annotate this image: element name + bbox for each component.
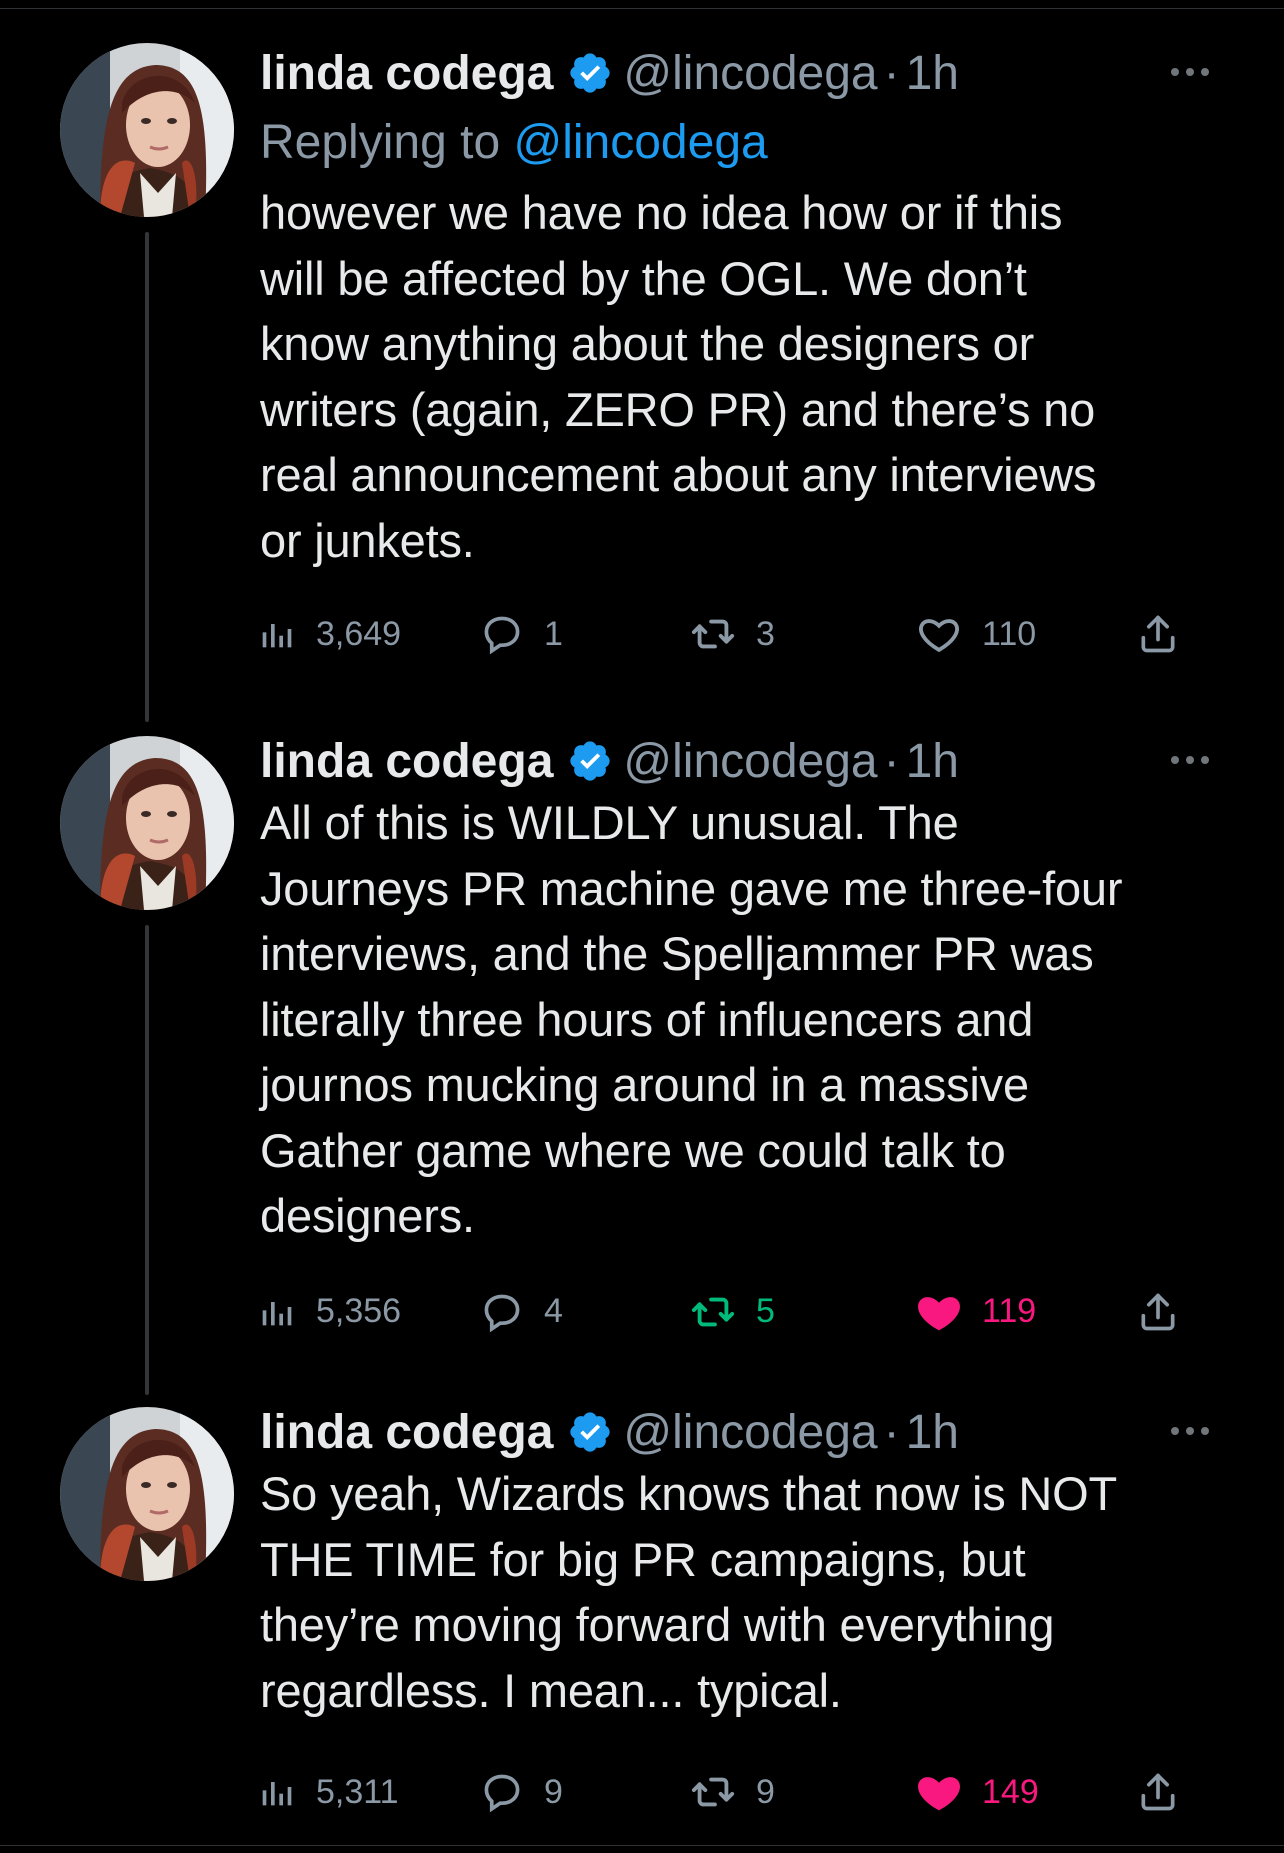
retweet-icon [690,1289,736,1335]
views-count: 3,649 [316,614,402,653]
tweet-text: So yeah, Wizards knows that now is NOT T… [260,1467,1117,1717]
views-button[interactable]: 3,649 [256,599,401,669]
like-count: 119 [982,1292,1037,1330]
retweet-icon [690,611,736,657]
reply-bubble-icon [480,1290,524,1334]
separator-dot: · [883,734,900,788]
replying-to-label: Replying to [260,116,501,169]
more-dots-icon[interactable] [1160,740,1220,780]
share-button[interactable] [1136,1277,1180,1347]
views-count: 5,356 [316,1292,402,1330]
retweet-count: 3 [756,614,775,653]
retweet-button[interactable]: 5 [690,1277,775,1347]
author-handle[interactable]: @lincodega [623,46,877,101]
share-upload-icon [1136,1290,1180,1334]
reply-count: 1 [544,614,563,653]
like-count: 149 [982,1772,1039,1811]
separator-dot: · [883,1405,900,1459]
reply-count: 9 [544,1772,563,1811]
tweet-actions: 5,356 4 5 119 [260,1277,1220,1347]
reply-count: 4 [544,1292,563,1330]
share-upload-icon [1136,612,1180,656]
author-name[interactable]: linda codega [260,1405,553,1460]
author-handle[interactable]: @lincodega [623,1405,877,1460]
share-upload-icon [1136,1770,1180,1814]
like-button[interactable]: 119 [916,1277,1036,1347]
like-count: 110 [982,614,1037,653]
tweet-header: linda codega @lincodega · 1h [260,1397,1220,1467]
tweet-header: linda codega @lincodega · 1h [260,38,1220,108]
tweet-text: however we have no idea how or if this w… [260,186,1097,567]
retweet-count: 5 [756,1292,775,1330]
reply-button[interactable]: 1 [480,599,563,669]
author-handle[interactable]: @lincodega [623,734,877,789]
share-button[interactable] [1136,599,1180,669]
thread-connector-line [145,925,149,1395]
more-dots-icon[interactable] [1160,52,1220,92]
views-bar-chart-icon [256,1292,296,1332]
tweet-actions: 3,649 1 3 110 [260,599,1220,669]
bottom-divider [0,1845,1284,1846]
thread-connector-line [145,232,149,722]
verified-badge-icon [567,50,613,96]
author-name[interactable]: linda codega [260,734,553,789]
tweet-header: linda codega @lincodega · 1h [260,726,1220,796]
tweet-time[interactable]: 1h [906,46,959,101]
separator-dot: · [883,46,900,100]
heart-icon [916,1769,962,1815]
verified-badge-icon [567,738,613,784]
more-dots-icon[interactable] [1160,1411,1220,1451]
avatar[interactable] [60,43,234,217]
share-button[interactable] [1136,1757,1180,1827]
author-name[interactable]: linda codega [260,46,553,101]
reply-button[interactable]: 4 [480,1277,563,1347]
views-button[interactable]: 5,356 [256,1277,401,1347]
verified-badge-icon [567,1409,613,1455]
tweet-time[interactable]: 1h [906,1405,959,1460]
retweet-button[interactable]: 3 [690,599,775,669]
retweet-button[interactable]: 9 [690,1757,775,1827]
tweet-time[interactable]: 1h [906,734,959,789]
avatar[interactable] [60,1407,234,1581]
retweet-count: 9 [756,1772,775,1811]
heart-icon [916,611,962,657]
views-bar-chart-icon [256,1772,296,1812]
views-bar-chart-icon [256,614,296,654]
like-button[interactable]: 110 [916,599,1036,669]
replying-to: Replying to @lincodega [260,108,1220,178]
reply-button[interactable]: 9 [480,1757,563,1827]
retweet-icon [690,1769,736,1815]
avatar[interactable] [60,736,234,910]
top-divider [0,8,1284,9]
replying-to-handle-link[interactable]: @lincodega [513,116,767,169]
reply-bubble-icon [480,612,524,656]
tweet-text: All of this is WILDLY unusual. The Journ… [260,796,1123,1242]
reply-bubble-icon [480,1770,524,1814]
views-count: 5,311 [316,1772,399,1811]
tweet-actions: 5,311 9 9 149 [260,1757,1220,1827]
heart-icon [916,1289,962,1335]
like-button[interactable]: 149 [916,1757,1039,1827]
views-button[interactable]: 5,311 [256,1757,399,1827]
